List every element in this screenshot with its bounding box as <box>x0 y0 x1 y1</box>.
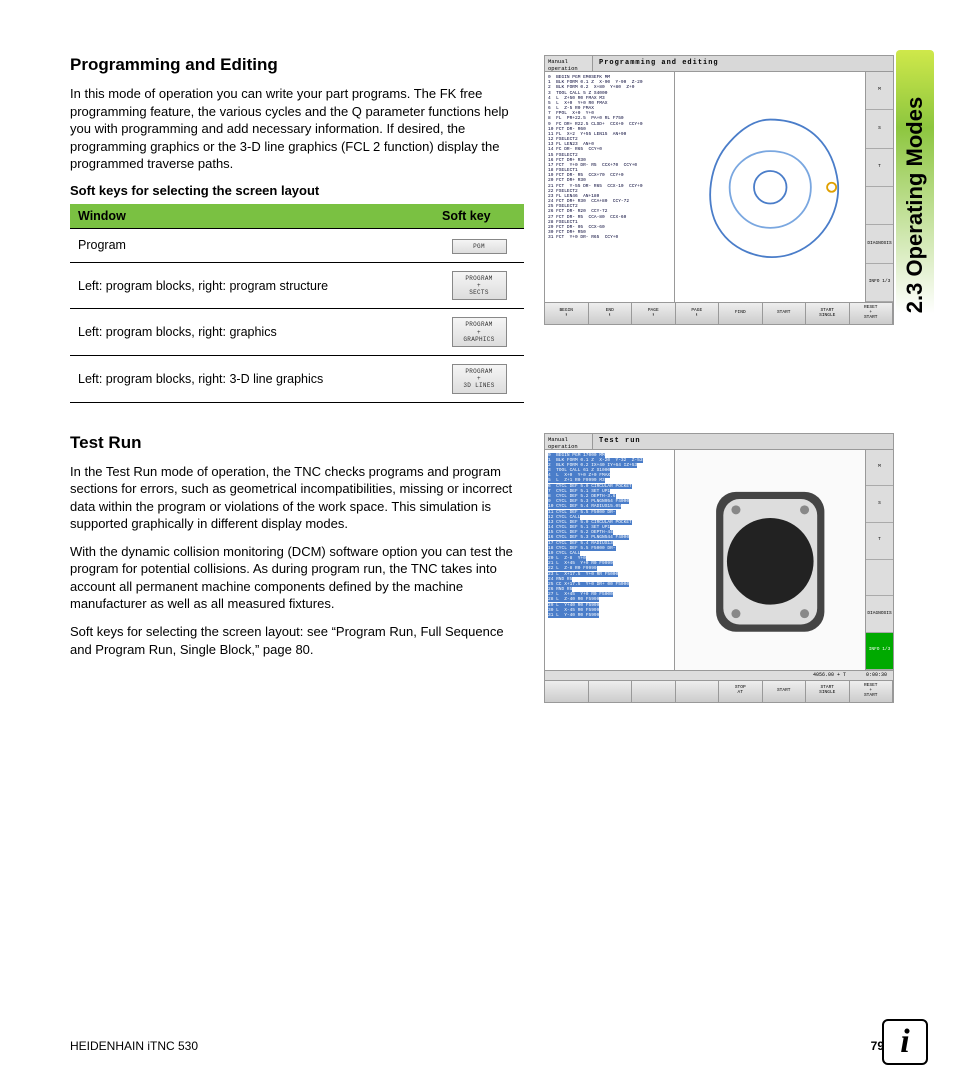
para-testrun-2: With the dynamic collision monitoring (D… <box>70 543 524 613</box>
cell-window: Left: program blocks, right: program str… <box>70 262 434 309</box>
table-row: Left: program blocks, right: 3-D line gr… <box>70 356 524 403</box>
scr-sidebar: M S T DIAGNOSIS INFO 1/3 <box>865 450 893 670</box>
scr-status-bar: 4056.00 + T 0:00:30 <box>545 670 893 680</box>
th-window: Window <box>70 204 434 229</box>
scr-program-listing: 0 BEGIN PGM 17000 MM 1 BLK FORM 0.1 Z X-… <box>545 450 675 670</box>
heading-programming: Programming and Editing <box>70 55 524 75</box>
screenshot-testrun: Manual operation Test run 0 BEGIN PGM 17… <box>544 433 894 703</box>
heading-testrun: Test Run <box>70 433 524 453</box>
th-softkey: Soft key <box>434 204 524 229</box>
softkey-table: Window Soft key Program PGM Left: progra… <box>70 204 524 403</box>
cell-window: Left: program blocks, right: 3-D line gr… <box>70 356 434 403</box>
section-tab-label: 2.3 Operating Modes <box>902 97 928 313</box>
sk-end[interactable]: END ⬇ <box>589 303 633 324</box>
para-programming: In this mode of operation you can write … <box>70 85 524 173</box>
softkey-pgm[interactable]: PGM <box>452 239 507 254</box>
sk-pageup[interactable]: PAGE ⬆ <box>632 303 676 324</box>
scr-btn-s[interactable]: S <box>866 110 893 148</box>
scr-btn-m[interactable]: M <box>866 450 893 487</box>
footer-product: HEIDENHAIN iTNC 530 <box>70 1039 198 1053</box>
scr-mode: Manual operation <box>545 56 593 71</box>
softkey-3dlines[interactable]: PROGRAM + 3D LINES <box>452 364 507 394</box>
sk-3[interactable] <box>632 681 676 702</box>
scr-btn-blank[interactable] <box>866 187 893 225</box>
status-left: 4056.00 + T <box>813 672 846 679</box>
sk-find[interactable]: FIND <box>719 303 763 324</box>
screenshot-programming: Manual operation Programming and editing… <box>544 55 894 325</box>
softkey-graphics[interactable]: PROGRAM + GRAPHICS <box>452 317 507 347</box>
table-row: Program PGM <box>70 228 524 262</box>
sk-startsingle[interactable]: START SINGLE <box>806 303 850 324</box>
scr-btn-m[interactable]: M <box>866 72 893 110</box>
scr-program-listing: 0 BEGIN PGM EM0SEFK MM 1 BLK FORM 0.1 Z … <box>545 72 675 302</box>
sk-2[interactable] <box>589 681 633 702</box>
scr-btn-t[interactable]: T <box>866 149 893 187</box>
section-testrun: Test Run In the Test Run mode of operati… <box>70 433 894 703</box>
sk-reset[interactable]: RESET + START <box>850 303 894 324</box>
sk-begin[interactable]: BEGIN ⬆ <box>545 303 589 324</box>
sk-pagedn[interactable]: PAGE ⬇ <box>676 303 720 324</box>
info-icon: i <box>882 1019 928 1065</box>
scr-toolpath-graphic <box>675 72 865 302</box>
sk-stopat[interactable]: STOP AT <box>719 681 763 702</box>
scr-mode: Manual operation <box>545 434 593 449</box>
scr-softkey-row: STOP AT START START SINGLE RESET + START <box>545 680 893 702</box>
scr-title: Test run <box>593 434 893 449</box>
subhead-softkeys: Soft keys for selecting the screen layou… <box>70 183 524 198</box>
section-programming: Programming and Editing In this mode of … <box>70 55 894 403</box>
sk-1[interactable] <box>545 681 589 702</box>
scr-btn-info[interactable]: INFO 1/3 <box>866 264 893 302</box>
table-row: Left: program blocks, right: program str… <box>70 262 524 309</box>
section-tab: 2.3 Operating Modes <box>896 50 934 360</box>
status-right: 0:00:30 <box>866 672 887 679</box>
page-footer: HEIDENHAIN iTNC 530 79 <box>70 1039 884 1053</box>
scr-softkey-row: BEGIN ⬆ END ⬇ PAGE ⬆ PAGE ⬇ FIND START S… <box>545 302 893 324</box>
sk-start[interactable]: START <box>763 681 807 702</box>
scr-btn-t[interactable]: T <box>866 523 893 560</box>
scr-title: Programming and editing <box>593 56 893 71</box>
table-row: Left: program blocks, right: graphics PR… <box>70 309 524 356</box>
cell-window: Program <box>70 228 434 262</box>
scr-btn-diag[interactable]: DIAGNOSIS <box>866 225 893 263</box>
scr-btn-s[interactable]: S <box>866 486 893 523</box>
cell-window: Left: program blocks, right: graphics <box>70 309 434 356</box>
para-testrun-3: Soft keys for selecting the screen layou… <box>70 623 524 658</box>
sk-reset[interactable]: RESET + START <box>850 681 894 702</box>
scr-sidebar: M S T DIAGNOSIS INFO 1/3 <box>865 72 893 302</box>
scr-btn-blank[interactable] <box>866 560 893 597</box>
scr-btn-info[interactable]: INFO 1/3 <box>866 633 893 670</box>
scr-btn-diag[interactable]: DIAGNOSIS <box>866 596 893 633</box>
sk-start[interactable]: START <box>763 303 807 324</box>
sk-startsingle[interactable]: START SINGLE <box>806 681 850 702</box>
softkey-sects[interactable]: PROGRAM + SECTS <box>452 271 507 301</box>
para-testrun-1: In the Test Run mode of operation, the T… <box>70 463 524 533</box>
sk-4[interactable] <box>676 681 720 702</box>
scr-3d-graphic <box>675 450 865 670</box>
